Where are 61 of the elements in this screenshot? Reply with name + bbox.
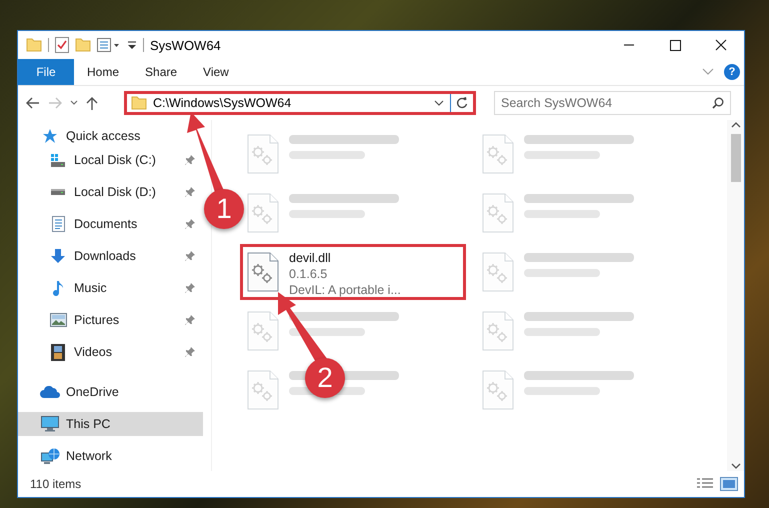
sidebar-item[interactable]: Quick access <box>18 124 203 148</box>
sidebar-item[interactable]: Downloads <box>18 244 203 268</box>
help-button[interactable]: ? <box>724 64 740 80</box>
cloud-icon <box>40 386 60 398</box>
properties-icon[interactable] <box>97 38 121 52</box>
folder-icon[interactable] <box>26 38 42 52</box>
pin-icon[interactable] <box>185 155 195 165</box>
folder-icon <box>131 96 147 110</box>
forward-arrow-icon[interactable] <box>48 97 62 109</box>
star-icon <box>42 128 58 144</box>
music-note-icon <box>52 280 64 296</box>
pin-icon[interactable] <box>185 347 195 357</box>
file-detail: 0.1.6.5 <box>289 266 328 282</box>
picture-icon <box>50 313 66 327</box>
pin-icon[interactable] <box>185 283 195 293</box>
down-arrow-icon <box>50 248 66 264</box>
file-tab[interactable]: File <box>18 59 74 85</box>
back-arrow-icon[interactable] <box>26 97 40 109</box>
sidebar-item[interactable]: Videos <box>18 340 203 364</box>
network-icon <box>40 448 60 464</box>
ribbon-tab[interactable]: View <box>190 59 242 85</box>
sidebar-item[interactable]: Local Disk (C:) <box>18 148 203 172</box>
drive-icon <box>50 188 66 196</box>
pin-icon[interactable] <box>185 315 195 325</box>
pin-icon[interactable] <box>185 219 195 229</box>
scrollbar[interactable] <box>727 120 744 471</box>
file-name: devil.dll <box>289 250 332 266</box>
scroll-thumb[interactable] <box>730 134 740 182</box>
highlighted-file-tile[interactable]: devil.dll 0.1.6.5 DevIL: A portable i... <box>240 244 466 300</box>
sidebar-item[interactable]: Pictures <box>18 308 203 332</box>
checklist-icon[interactable] <box>55 37 69 53</box>
monitor-icon <box>41 416 59 432</box>
sidebar-item[interactable]: Music <box>18 276 203 300</box>
sidebar-item[interactable]: This PC <box>18 412 203 436</box>
folder-icon[interactable] <box>75 38 91 52</box>
scroll-down-icon[interactable] <box>730 461 740 471</box>
chevron-down-icon[interactable] <box>434 100 444 106</box>
address-field[interactable]: C:\Windows\SysWOW64 <box>124 91 476 115</box>
search-field[interactable]: Search SysWOW64 <box>494 91 731 115</box>
sidebar-item[interactable]: Network <box>18 444 203 468</box>
refresh-icon[interactable] <box>456 97 468 109</box>
chevron-down-icon[interactable] <box>70 100 78 106</box>
pin-icon[interactable] <box>185 187 195 197</box>
up-arrow-icon[interactable] <box>86 96 98 110</box>
file-detail: DevIL: A portable i... <box>289 282 401 298</box>
status-text: 110 items <box>30 477 82 491</box>
pin-icon[interactable] <box>185 251 195 261</box>
search-icon <box>712 97 724 109</box>
sidebar-item[interactable]: OneDrive <box>18 380 203 404</box>
document-icon <box>52 216 64 232</box>
ribbon-tab[interactable]: Share <box>132 59 190 85</box>
film-strip-icon <box>51 344 65 360</box>
dll-file-icon <box>247 252 279 292</box>
ribbon-tab[interactable]: Home <box>74 59 132 85</box>
large-icons-view-icon[interactable] <box>720 477 738 491</box>
window-title: SysWOW64 <box>150 38 221 52</box>
scroll-up-icon[interactable] <box>730 120 740 130</box>
sidebar-item[interactable]: Documents <box>18 212 203 236</box>
dropdown-caret-icon[interactable] <box>127 39 137 51</box>
sidebar-item[interactable]: Local Disk (D:) <box>18 180 203 204</box>
drive-icon <box>50 153 66 167</box>
